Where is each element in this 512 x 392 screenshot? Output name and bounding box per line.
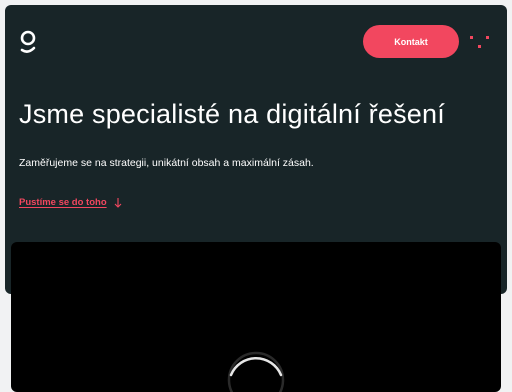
hero-subtitle: Zaměřujeme se na strategii, unikátní obs… [19, 157, 314, 169]
brand-logo-icon[interactable] [19, 28, 37, 58]
contact-button[interactable]: Kontakt [363, 25, 459, 58]
cta-link-label[interactable]: Pustíme se do toho [19, 197, 107, 208]
arrow-down-icon [114, 197, 122, 208]
cta-link[interactable]: Pustíme se do toho [19, 197, 122, 208]
loading-spinner-icon [227, 351, 285, 392]
menu-icon[interactable] [469, 34, 493, 52]
video-player[interactable] [11, 242, 501, 392]
page-title: Jsme specialisté na digitální řešení [19, 99, 445, 129]
